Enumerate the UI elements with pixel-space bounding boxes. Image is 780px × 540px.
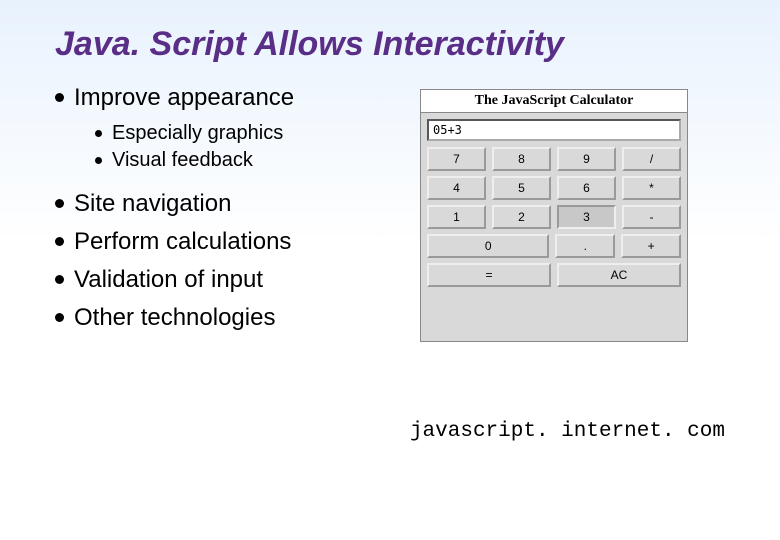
key-divide[interactable]: / (622, 147, 681, 171)
key-7[interactable]: 7 (427, 147, 486, 171)
calculator-title: The JavaScript Calculator (421, 90, 687, 113)
calculator-row: 0 . + (427, 234, 681, 258)
bullet-icon (55, 199, 64, 208)
calculator-widget: The JavaScript Calculator 05+3 7 8 9 / 4… (420, 89, 688, 342)
key-multiply[interactable]: * (622, 176, 681, 200)
calculator-row: 7 8 9 / (427, 147, 681, 171)
list-item: Especially graphics (95, 122, 400, 145)
bullet-text: Visual feedback (112, 149, 253, 172)
bullet-text: Improve appearance (74, 84, 294, 112)
list-item: Validation of input (55, 266, 400, 294)
key-equals[interactable]: = (427, 263, 551, 287)
key-9[interactable]: 9 (557, 147, 616, 171)
calculator-display[interactable]: 05+3 (427, 119, 681, 141)
bullet-icon (95, 157, 102, 164)
key-8[interactable]: 8 (492, 147, 551, 171)
bullet-list: Improve appearance Especially graphics V… (0, 84, 400, 342)
calculator-row: 1 2 3 - (427, 205, 681, 229)
key-4[interactable]: 4 (427, 176, 486, 200)
calculator-row: 4 5 6 * (427, 176, 681, 200)
list-item: Other technologies (55, 304, 400, 332)
slide-title: Java. Script Allows Interactivity (0, 0, 780, 64)
list-item: Perform calculations (55, 228, 400, 256)
slide-content: Improve appearance Especially graphics V… (0, 64, 780, 342)
bullet-icon (95, 130, 102, 137)
calculator-body: 05+3 7 8 9 / 4 5 6 * 1 2 3 - 0 . (421, 113, 687, 298)
list-item: Improve appearance (55, 84, 400, 112)
key-minus[interactable]: - (622, 205, 681, 229)
key-plus[interactable]: + (621, 234, 681, 258)
key-3[interactable]: 3 (557, 205, 616, 229)
list-item: Site navigation (55, 190, 400, 218)
bullet-icon (55, 93, 64, 102)
key-0[interactable]: 0 (427, 234, 549, 258)
bullet-icon (55, 237, 64, 246)
key-2[interactable]: 2 (492, 205, 551, 229)
key-1[interactable]: 1 (427, 205, 486, 229)
key-ac[interactable]: AC (557, 263, 681, 287)
list-item: Visual feedback (95, 149, 400, 172)
bullet-text: Validation of input (74, 266, 263, 294)
bullet-group: Site navigation Perform calculations Val… (55, 190, 400, 332)
key-5[interactable]: 5 (492, 176, 551, 200)
calculator-row: = AC (427, 263, 681, 287)
bullet-icon (55, 275, 64, 284)
bullet-text: Perform calculations (74, 228, 291, 256)
key-6[interactable]: 6 (557, 176, 616, 200)
source-caption: javascript. internet. com (410, 420, 725, 443)
key-dot[interactable]: . (555, 234, 615, 258)
bullet-text: Other technologies (74, 304, 275, 332)
bullet-icon (55, 313, 64, 322)
bullet-text: Especially graphics (112, 122, 283, 145)
bullet-text: Site navigation (74, 190, 231, 218)
